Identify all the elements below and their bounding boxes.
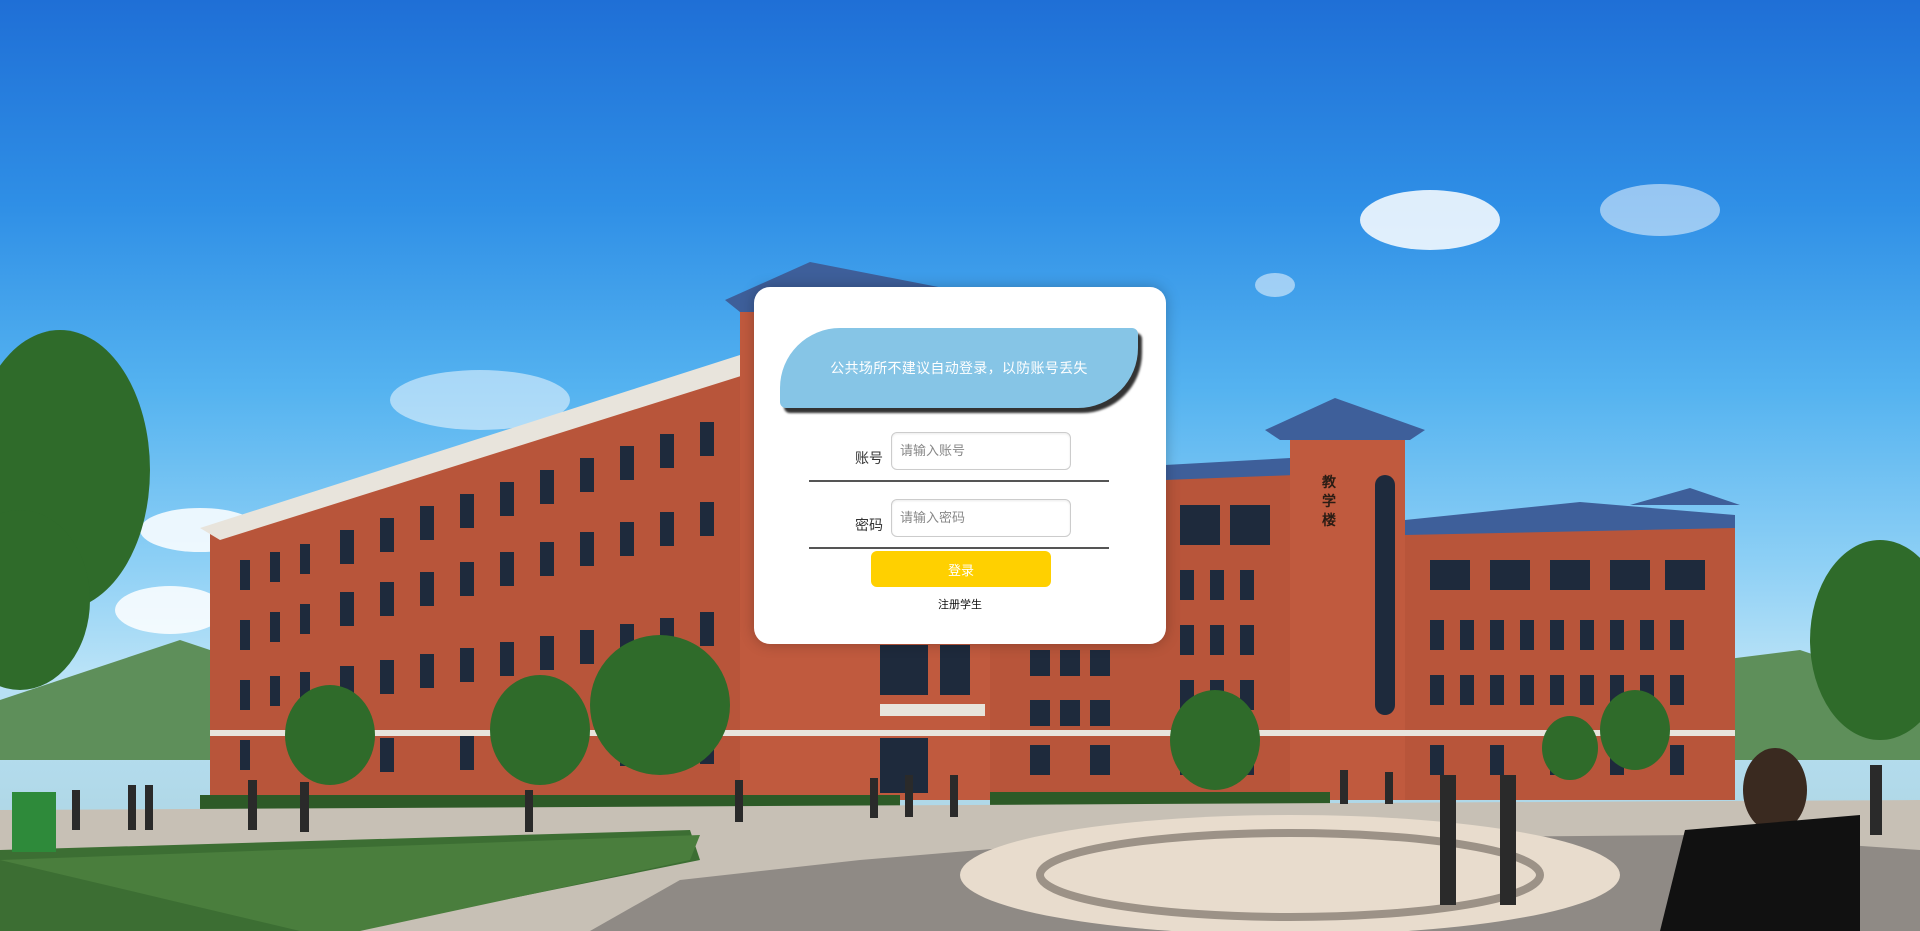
building-cornice-band (210, 730, 1735, 736)
password-field-row: 密码 (809, 497, 1109, 549)
foreground-person-head (1743, 748, 1807, 832)
center-canopy (880, 704, 985, 716)
account-label: 账号 (855, 451, 883, 467)
password-input[interactable] (891, 499, 1071, 537)
login-card: 公共场所不建议自动登录，以防账号丢失 账号 密码 登录 注册学生 (754, 287, 1166, 644)
far-right-pavilion (1630, 488, 1740, 505)
building-sign-2: 学 (1322, 493, 1336, 510)
account-input[interactable] (891, 432, 1071, 470)
login-button[interactable]: 登录 (871, 551, 1051, 587)
tower-window-strip (1375, 475, 1395, 715)
account-field-row: 账号 (809, 430, 1109, 482)
password-label: 密码 (855, 518, 883, 534)
register-student-link[interactable]: 注册学生 (754, 596, 1166, 612)
building-sign-3: 楼 (1322, 512, 1336, 529)
auto-login-notice: 公共场所不建议自动登录，以防账号丢失 (780, 328, 1138, 408)
building-sign-1: 教 (1322, 474, 1337, 491)
trash-bin (12, 792, 56, 852)
tower-roof (1265, 398, 1425, 440)
foreground-person-body (1660, 815, 1860, 931)
